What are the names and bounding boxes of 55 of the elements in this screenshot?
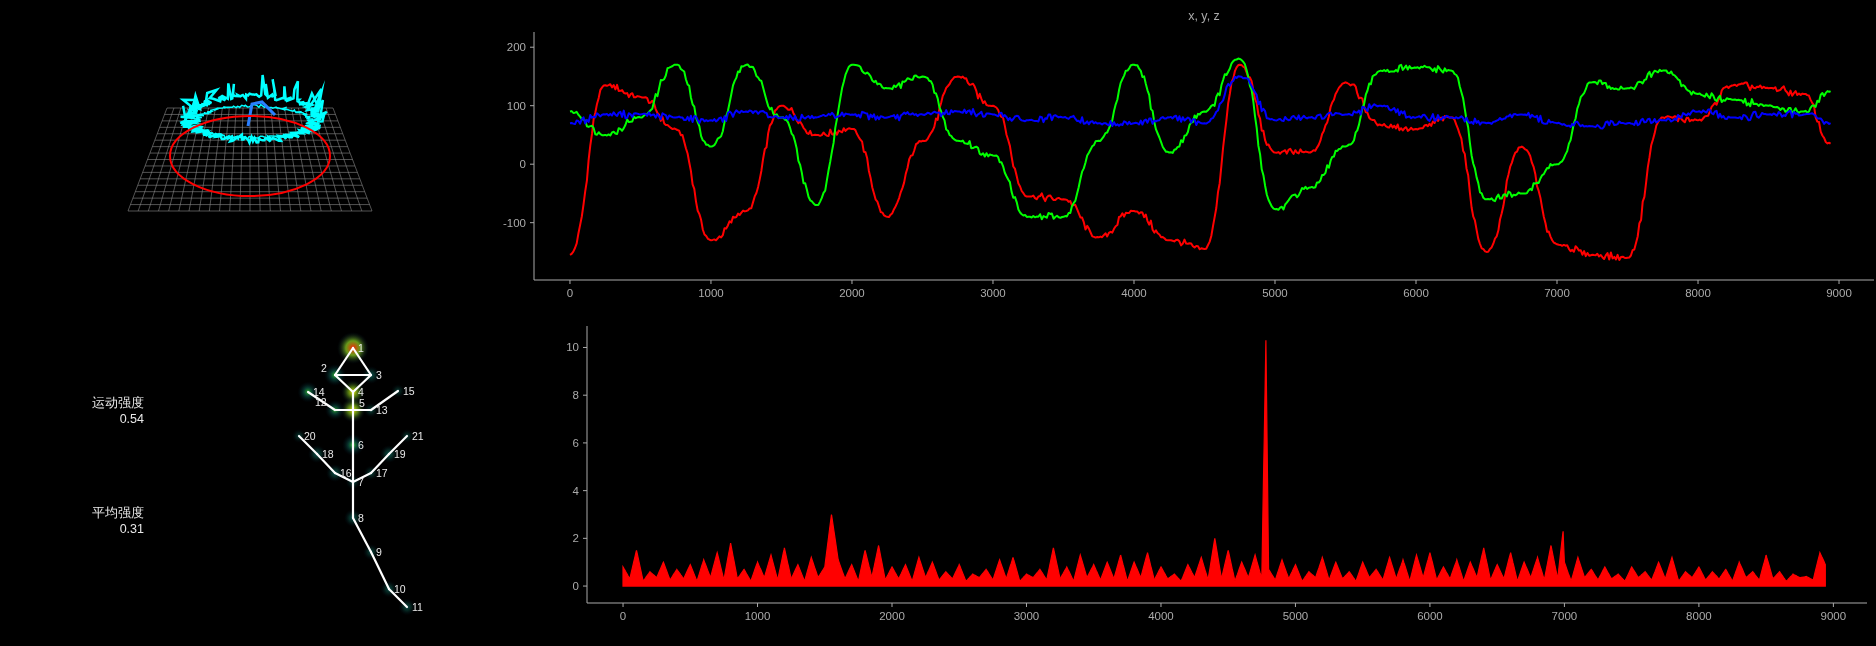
tick-label: 0: [619, 610, 627, 622]
joint-label: 1: [358, 342, 364, 354]
tick-label: 7000: [1551, 610, 1578, 622]
tick-label: 8: [572, 389, 579, 402]
joint-label: 7: [358, 476, 364, 488]
tick-label: 8000: [1685, 287, 1711, 299]
metric-label: 运动强度: [91, 395, 144, 411]
joint-label: 9: [376, 546, 382, 558]
tick-label: 3000: [1013, 610, 1040, 622]
tick-label: 0: [566, 287, 574, 299]
joint-label: 4: [358, 386, 364, 398]
tick-label: 0: [572, 580, 579, 593]
joint-label: 15: [403, 385, 415, 397]
tick-label: 2000: [839, 287, 865, 299]
tick-label: 7000: [1544, 287, 1570, 299]
tick-label: 200: [506, 41, 526, 54]
tick-label: 100: [506, 99, 526, 112]
metric-value: 0.31: [118, 521, 144, 537]
joint-label: 16: [340, 467, 352, 479]
tick-label: 2000: [879, 610, 905, 622]
tick-label: 8000: [1686, 610, 1712, 622]
joint-label: 13: [376, 404, 388, 416]
tick-label: 0: [519, 158, 526, 171]
tick-label: 6: [572, 436, 579, 449]
chart-title: x, y, z: [1188, 9, 1220, 23]
tick-label: 6000: [1417, 610, 1443, 622]
joint-label: 10: [394, 583, 406, 595]
joint-label: 19: [394, 448, 406, 460]
joint-label: 14: [313, 386, 325, 398]
joint-label: 18: [322, 448, 334, 460]
joint-label: 11: [412, 601, 423, 613]
metric-label: 平均强度: [91, 505, 144, 521]
tick-label: 1000: [698, 287, 724, 299]
metric-value: 0.54: [118, 411, 144, 427]
tick-label: 4000: [1148, 610, 1174, 622]
joint-label: 17: [376, 467, 388, 479]
tick-label: -100: [502, 216, 526, 229]
tick-label: 9000: [1820, 610, 1847, 622]
joint-label: 21: [412, 430, 424, 442]
joint-label: 6: [358, 439, 364, 451]
tick-label: 10: [566, 341, 579, 354]
joint-label: 20: [304, 430, 316, 442]
tick-label: 9000: [1826, 287, 1852, 299]
joint-label: 5: [359, 397, 365, 409]
tick-label: 6000: [1403, 287, 1429, 299]
joint-label: 3: [376, 369, 382, 381]
joint-label: 2: [321, 362, 327, 374]
tick-label: 1000: [744, 610, 771, 622]
tick-label: 3000: [980, 287, 1006, 299]
tick-label: 4000: [1121, 287, 1147, 299]
tick-label: 5000: [1262, 287, 1288, 299]
tick-label: 2: [572, 532, 579, 545]
tick-label: 4: [572, 484, 579, 497]
joint-label: 8: [358, 512, 364, 524]
tick-label: 5000: [1282, 610, 1309, 622]
